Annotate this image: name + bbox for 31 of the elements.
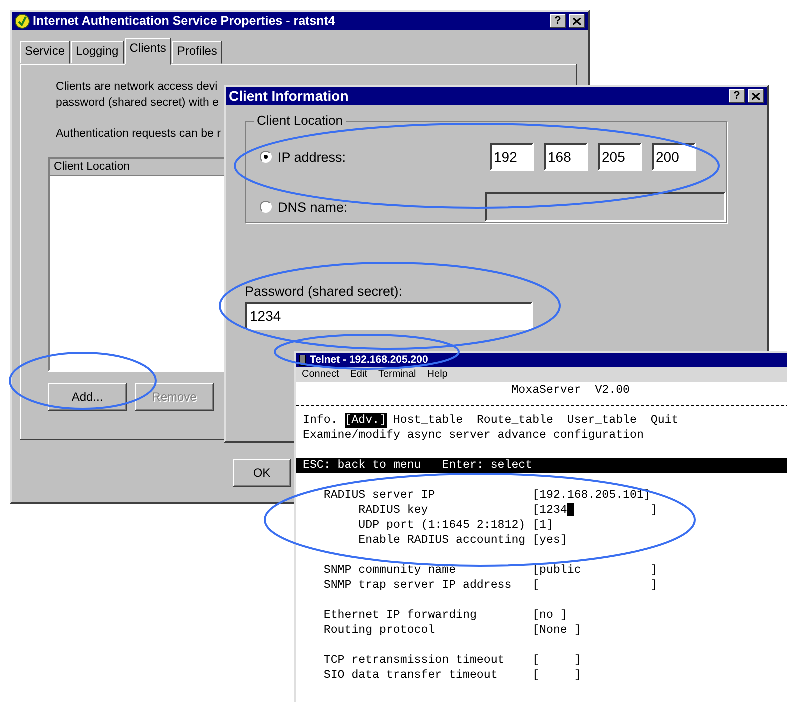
setting-label: TCP retransmission timeout	[322, 653, 506, 668]
setting-value: [public ]	[532, 563, 658, 578]
setting-label: SIO data transfer timeout	[322, 668, 499, 683]
setting-value: [ ]	[532, 668, 582, 683]
setting-label: SNMP trap server IP address	[322, 578, 513, 593]
setting-value: [1]	[532, 518, 554, 533]
key-hint: Enter: select	[442, 458, 533, 473]
description-text: password (shared secret) with e	[56, 96, 219, 111]
setting-value: [ ]	[532, 653, 582, 668]
setting-label: RADIUS key	[358, 503, 430, 518]
setting-label: Routing protocol	[322, 623, 436, 638]
setting-label: UDP port (1:1645 2:1812)	[358, 518, 527, 533]
key-hint: ESC: back to menu	[303, 458, 422, 473]
setting-value: [yes]	[532, 533, 568, 548]
menu-description: Examine/modify async server advance configuration	[303, 428, 644, 443]
group-title: Client Location	[254, 113, 346, 128]
setting-value: [None ]	[532, 623, 582, 638]
setting-label: Enable RADIUS accounting	[358, 533, 527, 548]
window-title: Telnet - 192.168.205.200	[310, 354, 430, 366]
setting-label: Ethernet IP forwarding	[322, 608, 478, 623]
note-text: Authentication requests can be r	[56, 127, 221, 142]
setting-label: RADIUS server IP	[322, 488, 436, 503]
window-title: Internet Authentication Service Properties - ratsnt4	[33, 14, 336, 28]
description-text: Clients are network access devi	[56, 80, 218, 95]
dialog-title: Client Information	[229, 88, 350, 104]
setting-label: SNMP community name	[322, 563, 458, 578]
server-heading: MoxaServer V2.00	[510, 383, 630, 398]
setting-value: [no ]	[532, 608, 568, 623]
setting-value: [ ]	[532, 578, 658, 593]
setting-value: [1234 ]	[532, 503, 658, 518]
setting-value: [192.168.205.101]	[532, 488, 651, 503]
